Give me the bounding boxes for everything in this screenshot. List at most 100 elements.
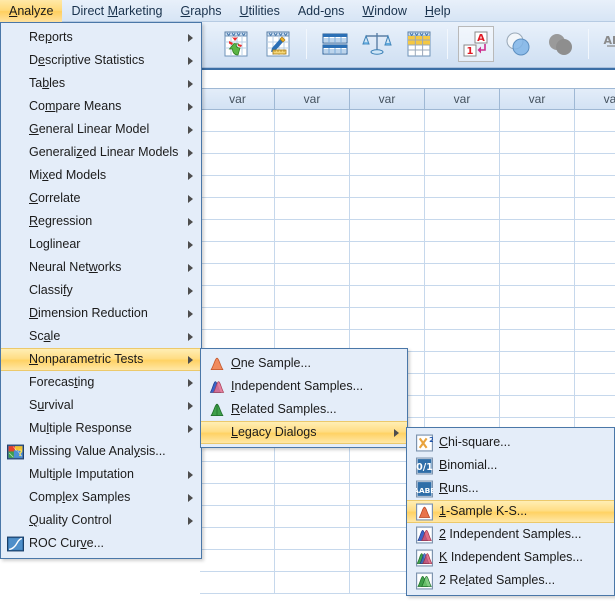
column-header-var[interactable]: var [200,88,275,110]
menu-analyze[interactable]: Reports Descriptive Statistics Tables Compa… [0,22,202,559]
menu-item-runs[interactable]: AABB Runs... [407,477,614,500]
grid-cell[interactable] [275,506,350,528]
menu-item-complex-samples[interactable]: Complex Samples [1,486,201,509]
menubar-item-help[interactable]: Help [416,0,460,22]
grid-cell[interactable] [575,110,615,132]
menu-item-general-linear-model[interactable]: General Linear Model [1,118,201,141]
grid-row[interactable] [200,176,615,198]
variables-icon[interactable] [317,26,353,62]
menu-item-correlate[interactable]: Correlate [1,187,201,210]
grid-row[interactable] [200,264,615,286]
grid-cell[interactable] [350,308,425,330]
menu-item-loglinear[interactable]: Loglinear [1,233,201,256]
grid-cell[interactable] [200,110,275,132]
column-header-var[interactable]: var [275,88,350,110]
grid-row[interactable] [200,110,615,132]
grid-cell[interactable] [575,220,615,242]
grid-cell[interactable] [275,572,350,594]
grid-row[interactable] [200,286,615,308]
grid-cell[interactable] [200,264,275,286]
menu-item-k-independent-samples[interactable]: K Independent Samples... [407,546,614,569]
grid-cell[interactable] [575,154,615,176]
grid-cell[interactable] [500,198,575,220]
grid-cell[interactable] [575,286,615,308]
grid-cell[interactable] [200,286,275,308]
grid-cell[interactable] [350,110,425,132]
menu-nonparametric-tests[interactable]: One Sample... Independent Samples... Relat… [200,348,408,448]
grid-cell[interactable] [350,242,425,264]
grid-cell[interactable] [275,462,350,484]
grid-cell[interactable] [575,352,615,374]
grid-cell[interactable] [275,550,350,572]
grid-cell[interactable] [425,132,500,154]
grid-cell[interactable] [425,396,500,418]
use-variable-sets-icon[interactable] [500,26,536,62]
grid-row[interactable] [200,242,615,264]
grid-cell[interactable] [575,264,615,286]
grid-cell[interactable] [275,286,350,308]
menu-item-2-related-samples[interactable]: 2 Related Samples... [407,569,614,592]
grid-cell[interactable] [200,176,275,198]
grid-cell[interactable] [425,264,500,286]
menubar-item-analyze[interactable]: Analyze [0,0,63,22]
grid-cell[interactable] [350,176,425,198]
grid-cell[interactable] [575,198,615,220]
grid-cell[interactable] [425,374,500,396]
grid-cell[interactable] [575,132,615,154]
grid-cell[interactable] [575,308,615,330]
grid-cell[interactable] [275,220,350,242]
grid-cell[interactable] [575,176,615,198]
grid-cell[interactable] [275,198,350,220]
menu-item-generalized-linear-models[interactable]: Generalized Linear Models [1,141,201,164]
menu-item-roc-curve[interactable]: ROC Curve... [1,532,201,555]
grid-cell[interactable] [275,308,350,330]
grid-cell[interactable] [575,396,615,418]
grid-row[interactable] [200,132,615,154]
menubar-item-direct-marketing[interactable]: Direct Marketing [62,0,171,22]
menu-item-survival[interactable]: Survival [1,394,201,417]
grid-cell[interactable] [500,396,575,418]
grid-cell[interactable] [200,528,275,550]
menu-item-one-sample[interactable]: One Sample... [201,352,407,375]
menu-item-missing-value-analysis[interactable]: ? Missing Value Analysis... [1,440,201,463]
grid-cell[interactable] [575,242,615,264]
grid-cell[interactable] [275,264,350,286]
menubar-item-graphs[interactable]: Graphs [172,0,231,22]
column-header-var[interactable]: var [425,88,500,110]
grid-cell[interactable] [350,132,425,154]
menu-item-tables[interactable]: Tables [1,72,201,95]
grid-cell[interactable] [275,176,350,198]
menu-item-mixed-models[interactable]: Mixed Models [1,164,201,187]
grid-cell[interactable] [200,550,275,572]
grid-cell[interactable] [425,330,500,352]
grid-cell[interactable] [200,484,275,506]
menu-item-1-sample-k-s[interactable]: 1-Sample K-S... [407,500,614,523]
grid-cell[interactable] [425,308,500,330]
grid-cell[interactable] [200,462,275,484]
grid-cell[interactable] [275,528,350,550]
menu-item-2-independent-samples[interactable]: 2 Independent Samples... [407,523,614,546]
grid-cell[interactable] [575,330,615,352]
grid-cell[interactable] [425,176,500,198]
grid-cell[interactable] [275,132,350,154]
menubar-item-utilities[interactable]: Utilities [231,0,289,22]
grid-cell[interactable] [425,220,500,242]
grid-cell[interactable] [350,220,425,242]
menu-item-neural-networks[interactable]: Neural Networks [1,256,201,279]
menu-item-dimension-reduction[interactable]: Dimension Reduction [1,302,201,325]
grid-cell[interactable] [275,242,350,264]
menu-item-descriptive-statistics[interactable]: Descriptive Statistics [1,49,201,72]
grid-cell[interactable] [275,154,350,176]
value-labels-icon[interactable]: A 1 [458,26,494,62]
grid-cell[interactable] [200,220,275,242]
column-header-var[interactable]: var [500,88,575,110]
grid-cell[interactable] [500,220,575,242]
grid-cell[interactable] [350,264,425,286]
grid-cell[interactable] [500,330,575,352]
menu-item-multiple-imputation[interactable]: Multiple Imputation [1,463,201,486]
spell-check-icon[interactable]: ABC [599,26,615,62]
show-all-variables-icon[interactable] [542,26,578,62]
grid-row[interactable] [200,198,615,220]
grid-cell[interactable] [500,242,575,264]
menu-item-forecasting[interactable]: Forecasting [1,371,201,394]
